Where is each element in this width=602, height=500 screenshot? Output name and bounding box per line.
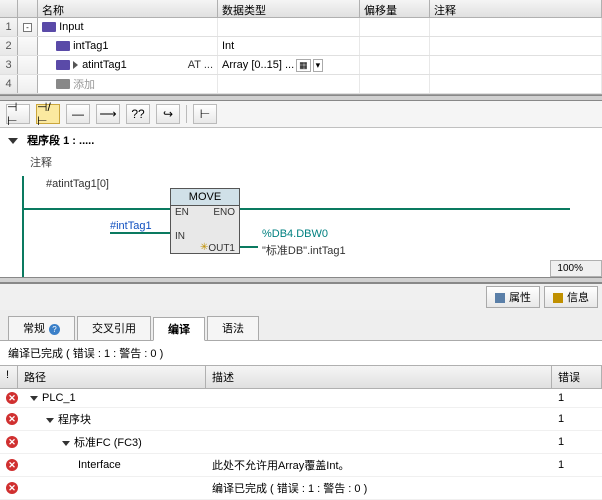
properties-icon	[495, 293, 505, 303]
label-out-address[interactable]: %DB4.DBW0	[262, 228, 328, 240]
compile-result-row[interactable]: ✕Interface此处不允许用Array覆盖Int。1	[0, 454, 602, 477]
wire-out	[240, 246, 258, 248]
tb-empty-box[interactable]: ??	[126, 104, 150, 124]
col-name[interactable]: 名称	[38, 0, 218, 17]
compile-status: 编译已完成 ( 错误 : 1 : 警告 : 0 )	[0, 341, 602, 365]
tb-contact-nc[interactable]: ⊣/⊢	[36, 104, 60, 124]
var-row[interactable]: 2 intTag1Int	[0, 37, 602, 56]
power-rail	[22, 176, 24, 277]
var-name-text: intTag1	[73, 40, 108, 52]
var-row[interactable]: 1- Input	[0, 18, 602, 37]
compile-result-row[interactable]: ✕编译已完成 ( 错误 : 1 : 警告 : 0 )	[0, 477, 602, 500]
tab-syntax[interactable]: 语法	[207, 316, 259, 340]
info-icon	[553, 293, 563, 303]
pin-out1: OUT1	[208, 243, 235, 254]
type-dropdown-icon[interactable]: ▦	[296, 59, 311, 72]
label-in-operand[interactable]: #intTag1	[110, 220, 152, 232]
error-icon: ✕	[6, 482, 18, 494]
ladder-editor[interactable]: 程序段 1 : ..... 注释 MOVE EN ENO IN OUT1 ✳ #…	[0, 128, 602, 277]
expand-out-icon[interactable]: ✳	[200, 242, 208, 253]
error-icon: ✕	[6, 392, 18, 404]
tag-chip-icon	[56, 60, 70, 70]
var-table-header: 名称 数据类型 偏移量 注释	[0, 0, 602, 18]
tab-crossref[interactable]: 交叉引用	[77, 316, 151, 340]
wire-in	[110, 232, 170, 234]
expand-icon[interactable]	[73, 61, 78, 69]
col-status-icon[interactable]: !	[0, 366, 18, 388]
var-name-text: Input	[59, 21, 83, 33]
wire-en	[22, 208, 170, 210]
tag-chip-icon	[56, 79, 70, 89]
var-row[interactable]: 4 添加	[0, 75, 602, 94]
var-name-text: atintTag1	[82, 59, 127, 71]
segment-title[interactable]: 程序段 1 : .....	[0, 128, 602, 152]
col-comment[interactable]: 注释	[430, 0, 602, 17]
label-block-input-top[interactable]: #atintTag1[0]	[46, 178, 109, 190]
ladder-toolbar: ⊣ ⊢ ⊣/⊢ — ⟶ ?? ↪ ⊢	[0, 101, 602, 128]
tag-chip-icon	[42, 22, 56, 32]
help-icon: ?	[49, 324, 60, 335]
compile-tabs: 常规? 交叉引用 编译 语法	[0, 310, 602, 340]
compile-result-row[interactable]: ✕PLC_11	[0, 389, 602, 408]
col-description[interactable]: 描述	[206, 366, 552, 388]
chevron-down-icon[interactable]	[46, 418, 54, 423]
compile-results-header: ! 路径 描述 错误	[0, 365, 602, 389]
col-offset[interactable]: 偏移量	[360, 0, 430, 17]
compile-result-row[interactable]: ✕标准FC (FC3)1	[0, 431, 602, 454]
tab-properties[interactable]: 属性	[486, 286, 540, 308]
tb-jump[interactable]: ↪	[156, 104, 180, 124]
tab-compile[interactable]: 编译	[153, 317, 205, 341]
pin-en: EN	[175, 207, 189, 218]
tb-coil[interactable]: ⟶	[96, 104, 120, 124]
zoom-indicator[interactable]: 100%	[550, 260, 602, 277]
tag-chip-icon	[56, 41, 70, 51]
chevron-down-icon[interactable]	[30, 396, 38, 401]
compile-panel: 编译已完成 ( 错误 : 1 : 警告 : 0 ) ! 路径 描述 错误 ✕PL…	[0, 340, 602, 500]
compile-result-row[interactable]: ✕程序块1	[0, 408, 602, 431]
pin-in: IN	[175, 231, 185, 242]
col-path[interactable]: 路径	[18, 366, 206, 388]
error-icon: ✕	[6, 436, 18, 448]
var-row[interactable]: 3 atintTag1AT ...Array [0..15] ...▦▾	[0, 56, 602, 75]
col-errors[interactable]: 错误	[552, 366, 602, 388]
tab-info[interactable]: 信息	[544, 286, 598, 308]
label-out-symbol[interactable]: "标准DB".intTag1	[262, 242, 346, 258]
error-icon: ✕	[6, 413, 18, 425]
toolbar-separator	[186, 105, 187, 123]
pin-eno: ENO	[213, 207, 235, 218]
tb-branch[interactable]: —	[66, 104, 90, 124]
type-expand-icon[interactable]: ▾	[313, 59, 324, 72]
chevron-down-icon[interactable]	[62, 441, 70, 446]
move-block-title: MOVE	[171, 189, 239, 206]
tab-general[interactable]: 常规?	[8, 316, 75, 340]
segment-comment[interactable]: 注释	[0, 152, 602, 176]
inspector-tabs: 属性 信息	[0, 283, 602, 310]
tb-contact-no[interactable]: ⊣ ⊢	[6, 104, 30, 124]
error-icon: ✕	[6, 459, 18, 471]
fold-icon[interactable]: -	[23, 23, 32, 32]
ladder-network[interactable]: MOVE EN ENO IN OUT1 ✳ #atintTag1[0] #int…	[0, 176, 602, 277]
segment-title-text: 程序段 1 : .....	[27, 135, 94, 147]
tb-open-branch[interactable]: ⊢	[193, 104, 217, 124]
variable-table: 名称 数据类型 偏移量 注释 1- Input2 intTag1Int3 ati…	[0, 0, 602, 95]
wire-eno	[240, 208, 570, 210]
var-name-text: 添加	[73, 76, 95, 92]
chevron-down-icon	[8, 138, 18, 144]
col-type[interactable]: 数据类型	[218, 0, 360, 17]
